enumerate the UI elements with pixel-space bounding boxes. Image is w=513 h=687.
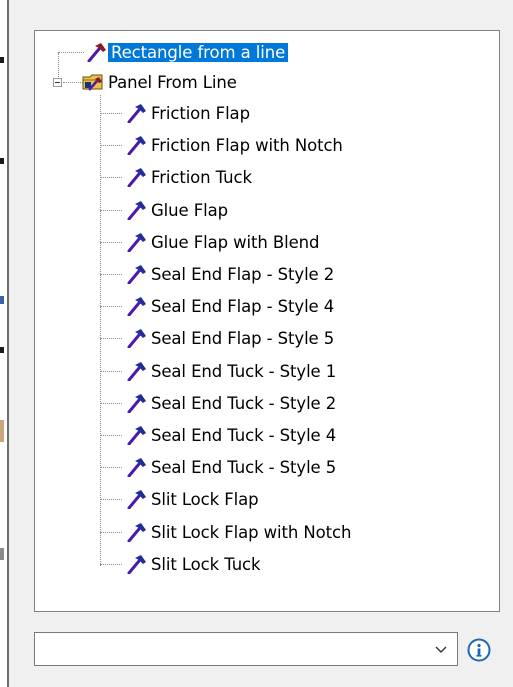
item-combobox[interactable]	[34, 632, 458, 666]
hammer-icon	[127, 265, 146, 284]
tree-folder-label: Panel From Line	[108, 72, 237, 92]
tree-item[interactable]: Seal End Tuck - Style 1	[127, 358, 336, 384]
hammer-icon	[127, 362, 146, 381]
tree-item[interactable]: Seal End Flap - Style 2	[127, 261, 334, 287]
hammer-icon	[127, 297, 146, 316]
hammer-icon	[127, 329, 146, 348]
tree-item[interactable]: Seal End Tuck - Style 4	[127, 422, 336, 448]
folder-icon	[82, 74, 103, 91]
chevron-down-icon[interactable]	[433, 641, 449, 657]
tree-connector	[63, 82, 83, 83]
tree-item[interactable]: Glue Flap	[127, 197, 228, 223]
tree-item[interactable]: Slit Lock Tuck	[127, 551, 261, 577]
tree-connector	[100, 564, 122, 565]
tree-item-label: Seal End Tuck - Style 2	[151, 393, 337, 413]
edge-mark	[0, 57, 4, 63]
tree-item[interactable]: Seal End Tuck - Style 5	[127, 454, 336, 480]
tree-item-label: Glue Flap	[151, 200, 228, 220]
edge-mark	[0, 420, 4, 442]
tree-item-label: Seal End Tuck - Style 1	[151, 361, 337, 381]
tree-connector	[100, 113, 122, 114]
tree-item[interactable]: Slit Lock Flap	[127, 486, 259, 512]
tree-content: Rectangle from a line Panel From Line Fr…	[35, 31, 499, 611]
tree-item[interactable]: Seal End Flap - Style 5	[127, 325, 334, 351]
hammer-icon	[127, 490, 146, 509]
info-icon[interactable]	[467, 638, 491, 662]
tree-item-label: Friction Tuck	[151, 167, 252, 187]
tree-connector	[100, 532, 122, 533]
tree-item[interactable]: Slit Lock Flap with Notch	[127, 519, 351, 545]
edge-mark	[0, 158, 4, 164]
tree-connector	[100, 95, 101, 566]
hammer-icon	[127, 233, 146, 252]
tree-connector	[100, 403, 122, 404]
tree-item[interactable]: Seal End Tuck - Style 2	[127, 390, 336, 416]
tree-item-label: Slit Lock Tuck	[151, 554, 261, 574]
tree-item-label: Seal End Flap - Style 5	[151, 328, 335, 348]
window-left-edge	[0, 0, 9, 687]
hammer-icon	[127, 168, 146, 187]
tree-connector	[100, 210, 122, 211]
hammer-icon	[127, 523, 146, 542]
tree-connector	[100, 274, 122, 275]
tree-item[interactable]: Friction Flap with Notch	[127, 132, 343, 158]
tree-connector	[100, 467, 122, 468]
tree-folder-panel-from-line[interactable]: Panel From Line	[82, 69, 237, 95]
hammer-icon	[127, 458, 146, 477]
tree-connector	[100, 499, 122, 500]
hammer-icon	[127, 201, 146, 220]
collapse-toggle-icon[interactable]	[53, 78, 62, 87]
hammer-icon	[127, 136, 146, 155]
tree-item-label: Slit Lock Flap with Notch	[151, 522, 352, 542]
hammer-icon	[127, 394, 146, 413]
edge-mark	[0, 548, 4, 560]
tree-connector	[100, 435, 122, 436]
hammer-icon	[127, 426, 146, 445]
tree-view[interactable]: Rectangle from a line Panel From Line Fr…	[34, 30, 500, 612]
tree-connector	[100, 371, 122, 372]
edge-mark	[0, 347, 4, 353]
tree-item-label: Seal End Flap - Style 2	[151, 264, 335, 284]
tree-item-label: Friction Flap with Notch	[151, 135, 343, 155]
tree-item-label: Slit Lock Flap	[151, 489, 259, 509]
tree-connector	[100, 177, 122, 178]
tree-item[interactable]: Glue Flap with Blend	[127, 229, 319, 255]
tree-item[interactable]: Friction Tuck	[127, 164, 252, 190]
hammer-icon	[127, 555, 146, 574]
tree-item[interactable]: Friction Flap	[127, 100, 250, 126]
tree-item-label: Seal End Tuck - Style 5	[151, 457, 337, 477]
tree-connector	[100, 242, 122, 243]
hammer-icon	[87, 43, 106, 62]
tree-item-label: Rectangle from a line	[108, 42, 289, 62]
tree-item-label: Glue Flap with Blend	[151, 232, 320, 252]
tree-item-label: Seal End Flap - Style 4	[151, 296, 335, 316]
edge-mark	[0, 296, 4, 304]
tree-item[interactable]: Seal End Flap - Style 4	[127, 293, 334, 319]
tree-connector	[58, 53, 59, 79]
tree-connector	[100, 145, 122, 146]
tree-connector	[100, 306, 122, 307]
tree-item-label: Friction Flap	[151, 103, 250, 123]
tree-connector	[100, 338, 122, 339]
hammer-icon	[127, 104, 146, 123]
tree-connector	[58, 52, 84, 53]
tree-item-rectangle-from-a-line[interactable]: Rectangle from a line	[87, 39, 289, 65]
tree-item-label: Seal End Tuck - Style 4	[151, 425, 337, 445]
